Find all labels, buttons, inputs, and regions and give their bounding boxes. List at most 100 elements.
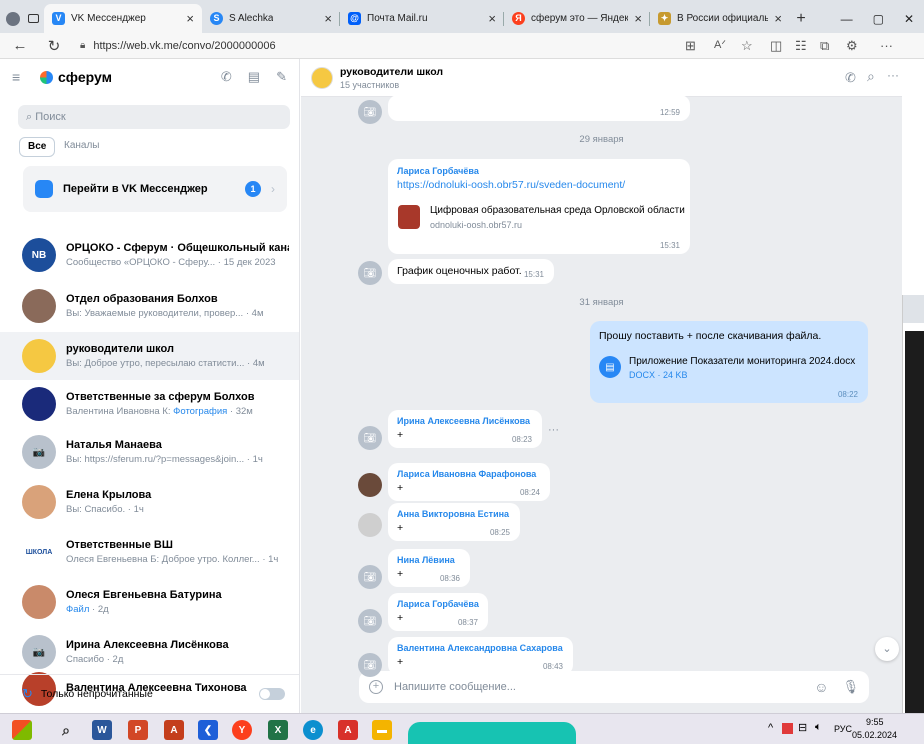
microphone-icon[interactable]: 🎙︎ (842, 679, 859, 695)
chat-search-icon[interactable]: ⌕ (867, 68, 875, 85)
collections-icon[interactable]: ⧉ (820, 38, 829, 54)
excel-icon[interactable]: X (268, 720, 288, 740)
attachment-name[interactable]: Приложение Показатели мониторинга 2024.d… (629, 356, 855, 367)
chat-avatar[interactable] (311, 67, 333, 89)
sender-name[interactable]: Ирина Алексеевна Лисёнкова (397, 416, 530, 426)
message-bubble[interactable]: 12:59 (388, 95, 690, 121)
menu-icon[interactable]: ≡ (12, 69, 32, 85)
window-close-icon[interactable]: ✕ (904, 12, 914, 26)
taskbar-search-icon[interactable]: ⌕ (56, 720, 76, 740)
conversation-item[interactable]: Олеся Евгеньевна Батурина Файл · 2д (0, 578, 299, 626)
emoji-icon[interactable]: ☺ (814, 679, 828, 695)
chat-title[interactable]: руководители школ (340, 66, 443, 78)
conversation-item[interactable]: Елена Крылова Вы: Спасибо. · 1ч (0, 478, 299, 526)
network-icon[interactable]: ⊟ (798, 721, 807, 734)
sender-avatar[interactable] (358, 513, 382, 537)
clock-date[interactable]: 05.02.2024 (852, 730, 897, 740)
sender-avatar[interactable] (358, 473, 382, 497)
pdf-icon[interactable]: A (338, 720, 358, 740)
sender-avatar[interactable]: 📷︎ (358, 426, 382, 450)
split-screen-icon[interactable]: ◫ (770, 38, 782, 54)
volume-icon[interactable]: 🔈︎ (815, 721, 822, 734)
document-icon[interactable]: ▤ (599, 356, 621, 378)
new-call-icon[interactable]: ✆ (221, 69, 232, 85)
tray-chevron-icon[interactable]: ^ (768, 722, 773, 734)
conversation-item[interactable]: Ответственные за сферум Болхов Валентина … (0, 380, 299, 428)
archive-icon[interactable]: ▤ (248, 69, 260, 85)
start-button[interactable] (12, 720, 32, 740)
message-bubble[interactable]: График оценочных работ. 15:31 (388, 259, 554, 284)
outgoing-message-bubble[interactable]: Прошу поставить + после скачивания файла… (590, 321, 868, 403)
grid-icon[interactable]: ⊞ (685, 38, 696, 54)
yandex-browser-icon[interactable]: Y (232, 720, 252, 740)
tab-mail[interactable]: @ Почта Mail.ru × (340, 4, 504, 33)
search-input[interactable]: ⌕ Поиск (18, 105, 290, 129)
sender-name[interactable]: Лариса Горбачёва (397, 599, 479, 609)
sender-name[interactable]: Валентина Александровна Сахарова (397, 643, 563, 653)
message-bubble[interactable]: Анна Викторовна Естина +08:25 (388, 503, 520, 541)
folder-icon[interactable]: ▬ (372, 720, 392, 740)
sender-avatar[interactable]: 📷︎ (358, 261, 382, 285)
language-indicator[interactable]: РУС (834, 724, 852, 734)
sender-name[interactable]: Лариса Горбачёва (397, 166, 479, 176)
favorites-icon[interactable]: ☷ (795, 38, 807, 54)
attach-plus-icon[interactable]: + (369, 680, 383, 694)
favorite-star-icon[interactable]: ☆ (741, 38, 753, 54)
app-icon[interactable]: ❮ (198, 720, 218, 740)
message-bubble[interactable]: Нина Лёвина +08:36 (388, 549, 470, 587)
conversation-item[interactable]: руководители школ Вы: Доброе утро, пересы… (0, 332, 299, 380)
tab-vk-messenger[interactable]: V VK Мессенджер × (44, 4, 202, 33)
sender-avatar[interactable]: 📷︎ (358, 609, 382, 633)
sender-name[interactable]: Лариса Ивановна Фарафонова (397, 469, 536, 479)
workspaces-icon[interactable] (27, 14, 39, 23)
close-tab-icon[interactable]: × (774, 11, 782, 26)
sender-avatar[interactable]: 📷︎ (358, 565, 382, 589)
filter-channels-tab[interactable]: Каналы (56, 137, 108, 157)
close-tab-icon[interactable]: × (634, 11, 642, 26)
message-bubble[interactable]: Лариса Горбачёва https://odnoluki-oosh.o… (388, 159, 690, 254)
edge-icon[interactable]: e (303, 720, 323, 740)
conversation-item[interactable]: Отдел образования Болхов Вы: Уважаемые ру… (0, 282, 299, 330)
filter-all-tab[interactable]: Все (19, 137, 56, 157)
tab-alechka[interactable]: SS Alechka × (202, 4, 340, 33)
restore-icon[interactable]: ▢ (873, 12, 884, 26)
conversation-item[interactable]: 📷 Наталья Манаева Вы: https://sferum.ru/?p… (0, 428, 299, 476)
tray-app-icon[interactable] (782, 723, 793, 734)
conversation-item[interactable]: ШКОЛА Ответственные ВШ Олеся Евгеньевна Б:… (0, 528, 299, 576)
message-input[interactable]: Напишите сообщение... (394, 681, 516, 693)
unread-only-toggle-row[interactable]: ↻ Только непрочитанные (0, 674, 299, 713)
message-bubble[interactable]: Валентина Александровна Сахарова +08:43 (388, 637, 573, 675)
reload-icon[interactable]: ↻ (42, 37, 66, 55)
powerpoint-icon[interactable]: P (128, 720, 148, 740)
close-tab-icon[interactable]: × (186, 11, 194, 26)
message-bubble[interactable]: Лариса Горбачёва +08:37 (388, 593, 488, 631)
sender-name[interactable]: Нина Лёвина (397, 555, 455, 565)
word-icon[interactable]: W (92, 720, 112, 740)
chat-more-icon[interactable]: ··· (887, 68, 899, 82)
extension-icon[interactable]: ⚙ (846, 38, 858, 54)
open-vk-messenger-banner[interactable]: Перейти в VK Мессенджер 1 › (23, 166, 287, 212)
read-aloud-icon[interactable]: Aᐟ (714, 38, 726, 51)
sender-avatar[interactable]: 📷︎ (358, 653, 382, 677)
sender-avatar[interactable]: 📷︎ (358, 100, 382, 124)
close-tab-icon[interactable]: × (324, 11, 332, 26)
call-icon[interactable]: ✆ (845, 70, 856, 86)
more-icon[interactable]: ··· (880, 38, 893, 53)
back-icon[interactable]: ← (8, 37, 32, 54)
tab-news[interactable]: ✦В России официально з× (650, 4, 790, 33)
compose-icon[interactable]: ✎ (276, 69, 287, 85)
message-actions-icon[interactable]: ··· (548, 424, 559, 436)
close-tab-icon[interactable]: × (488, 11, 496, 26)
access-icon[interactable]: A (164, 720, 184, 740)
participants-count[interactable]: 15 участников (340, 80, 399, 90)
message-bubble[interactable]: Ирина Алексеевна Лисёнкова +08:23 (388, 410, 542, 448)
new-tab-icon[interactable]: + (790, 4, 812, 33)
scroll-down-button[interactable]: ⌄ (875, 637, 899, 661)
sender-name[interactable]: Анна Викторовна Естина (397, 509, 509, 519)
url-field[interactable]: https://web.vk.me/convo/2000000006 (93, 40, 275, 52)
profile-icon[interactable] (5, 11, 20, 26)
clock-time[interactable]: 9:55 (866, 717, 884, 727)
link-preview-title[interactable]: Цифровая образовательная среда Орловской… (430, 205, 685, 216)
conversation-item[interactable]: NB ОРЦОКО - Сферум · Общешкольный канал Со… (0, 231, 299, 279)
message-bubble[interactable]: Лариса Ивановна Фарафонова +08:24 (388, 463, 550, 501)
